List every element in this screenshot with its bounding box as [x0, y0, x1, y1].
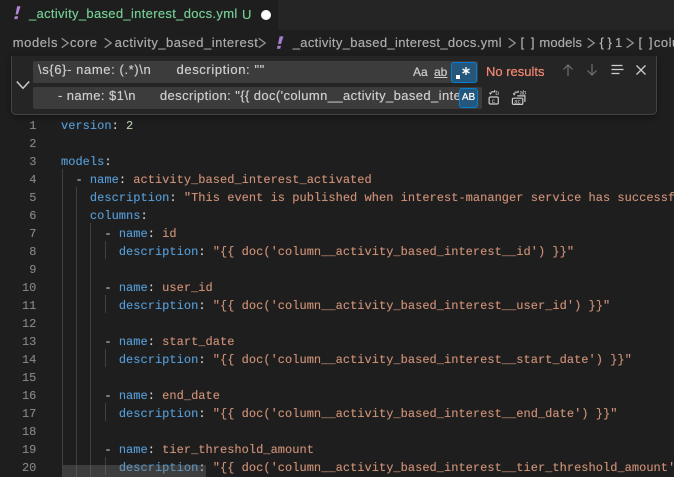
svg-text:b: b [495, 90, 499, 97]
svg-text:ac: ac [514, 99, 520, 105]
svg-text:ab: ab [520, 91, 527, 97]
